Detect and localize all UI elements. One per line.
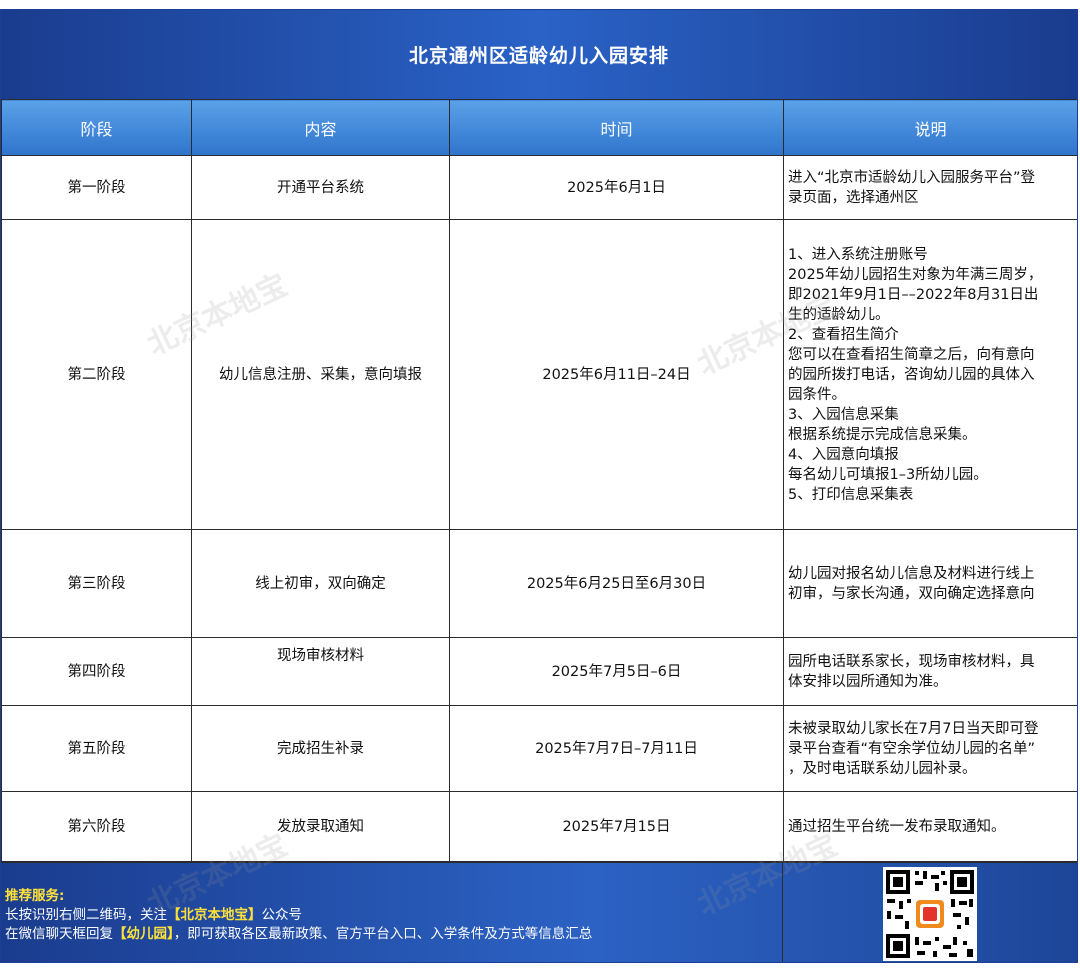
description-line: 进入“北京市适龄幼儿入园服务平台”登 <box>788 169 1036 186</box>
table-row: 第五阶段 完成招生补录 2025年7月7日–7月11日 未被录取幼儿家长在7月7日当天… <box>1 705 1077 792</box>
time-cell: 2025年7月7日–7月11日 <box>449 705 784 792</box>
recommend-footer: 推荐服务: 长按识别右侧二维码，关注【北京本地宝】公众号 在微信聊天框回复【幼儿… <box>1 862 1077 962</box>
header-description: 说明 <box>783 99 1077 156</box>
footer-line-1-text: 长按识别右侧二维码，关注 <box>5 907 167 923</box>
description-line: 录页面，选择通州区 <box>788 189 919 206</box>
description-line: 4、入园意向填报 <box>788 446 899 463</box>
description-line: 2、查看招生简介 <box>788 326 899 343</box>
table-row: 第四阶段 现场审核材料 2025年7月5日–6日 园所电话联系家长，现场审核材料，具体… <box>1 637 1077 706</box>
time-cell: 2025年7月15日 <box>449 791 784 862</box>
table-row: 第二阶段 幼儿信息注册、采集，意向填报 2025年6月11日–24日 1、进入系统注册… <box>1 219 1077 530</box>
table-row: 第一阶段 开通平台系统 2025年6月1日 进入“北京市适龄幼儿入园服务平台”登 录页面… <box>1 155 1077 220</box>
description-line: 根据系统提示完成信息采集。 <box>788 426 977 443</box>
qr-code-icon[interactable] <box>883 867 977 961</box>
schedule-card: 北京通州区适龄幼儿入园安排 阶段 内容 时间 说明 第一阶段 开通平台系统 2025… <box>0 9 1078 963</box>
header-stage: 阶段 <box>1 99 192 156</box>
table-header-row: 阶段 内容 时间 说明 <box>1 99 1077 156</box>
description-cell: 园所电话联系家长，现场审核材料，具 体安排以园所通知为准。 <box>783 637 1077 706</box>
stage-cell: 第五阶段 <box>1 705 192 792</box>
description-line: 体安排以园所通知为准。 <box>788 673 948 690</box>
footer-line-1: 长按识别右侧二维码，关注【北京本地宝】公众号 <box>5 906 782 925</box>
time-cell: 2025年6月11日–24日 <box>449 219 784 530</box>
description-line: 园所电话联系家长，现场审核材料，具 <box>788 653 1035 670</box>
time-cell: 2025年7月5日–6日 <box>449 637 784 706</box>
content-cell: 完成招生补录 <box>191 705 450 792</box>
schedule-table: 阶段 内容 时间 说明 第一阶段 开通平台系统 2025年6月1日 进入“北京市适龄幼… <box>1 99 1077 862</box>
footer-line-1-suffix: 公众号 <box>261 907 303 923</box>
description-line: 生的适龄幼儿。 <box>788 306 890 323</box>
description-line: 5、打印信息采集表 <box>788 486 914 503</box>
footer-account-name: 【北京本地宝】 <box>167 907 262 923</box>
stage-cell: 第六阶段 <box>1 791 192 862</box>
description-line: ，及时电话联系幼儿园补录。 <box>788 760 977 777</box>
qr-code-cell <box>783 863 1077 962</box>
footer-line-2-text: 在微信聊天框回复 <box>5 926 113 942</box>
stage-cell: 第一阶段 <box>1 155 192 220</box>
description-cell: 进入“北京市适龄幼儿入园服务平台”登 录页面，选择通州区 <box>783 155 1077 220</box>
content-cell: 发放录取通知 <box>191 791 450 862</box>
stage-cell: 第四阶段 <box>1 637 192 706</box>
description-line: 幼儿园对报名幼儿信息及材料进行线上 <box>788 565 1035 582</box>
description-cell: 1、进入系统注册账号 2025年幼儿园招生对象为年满三周岁， 即2021年9月1日–… <box>783 219 1077 530</box>
description-line: 的园所拨打电话，咨询幼儿园的具体入 <box>788 366 1035 383</box>
content-cell: 开通平台系统 <box>191 155 450 220</box>
description-line: 初审，与家长沟通，双向确定选择意向 <box>788 585 1035 602</box>
footer-text: 推荐服务: 长按识别右侧二维码，关注【北京本地宝】公众号 在微信聊天框回复【幼儿… <box>1 863 783 962</box>
header-time: 时间 <box>449 99 784 156</box>
description-cell: 通过招生平台统一发布录取通知。 <box>783 791 1077 862</box>
time-cell: 2025年6月25日至6月30日 <box>449 529 784 638</box>
description-line: 即2021年9月1日––2022年8月31日出 <box>788 286 1039 303</box>
description-line: 2025年幼儿园招生对象为年满三周岁， <box>788 266 1043 283</box>
description-line: 录平台查看“有空余学位幼儿园的名单” <box>788 740 1036 757</box>
table-row: 第六阶段 发放录取通知 2025年7月15日 通过招生平台统一发布录取通知。 <box>1 791 1077 862</box>
footer-line-2: 在微信聊天框回复【幼儿园】，即可获取各区最新政策、官方平台入口、入学条件及方式等… <box>5 925 782 944</box>
stage-cell: 第三阶段 <box>1 529 192 638</box>
stage-cell: 第二阶段 <box>1 219 192 530</box>
description-line: 园条件。 <box>788 386 846 403</box>
time-cell: 2025年6月1日 <box>449 155 784 220</box>
description-cell: 幼儿园对报名幼儿信息及材料进行线上 初审，与家长沟通，双向确定选择意向 <box>783 529 1077 638</box>
page-title: 北京通州区适龄幼儿入园安排 <box>1 10 1077 99</box>
description-line: 通过招生平台统一发布录取通知。 <box>788 818 1006 835</box>
footer-title: 推荐服务: <box>5 888 65 904</box>
description-line: 您可以在查看招生简章之后，向有意向 <box>788 346 1035 363</box>
content-cell: 幼儿信息注册、采集，意向填报 <box>191 219 450 530</box>
footer-line-2-suffix: ，即可获取各区最新政策、官方平台入口、入学条件及方式等信息汇总 <box>173 926 593 942</box>
content-cell: 现场审核材料 <box>191 637 450 706</box>
description-line: 1、进入系统注册账号 <box>788 246 928 263</box>
description-line: 3、入园信息采集 <box>788 406 899 423</box>
footer-keyword: 【幼儿园】 <box>113 926 174 942</box>
description-line: 每名幼儿可填报1–3所幼儿园。 <box>788 466 988 483</box>
table-row: 第三阶段 线上初审，双向确定 2025年6月25日至6月30日 幼儿园对报名幼儿信息及… <box>1 529 1077 638</box>
header-content: 内容 <box>191 99 450 156</box>
content-cell: 线上初审，双向确定 <box>191 529 450 638</box>
description-cell: 未被录取幼儿家长在7月7日当天即可登 录平台查看“有空余学位幼儿园的名单” ，及时电… <box>783 705 1077 792</box>
description-line: 未被录取幼儿家长在7月7日当天即可登 <box>788 720 1039 737</box>
